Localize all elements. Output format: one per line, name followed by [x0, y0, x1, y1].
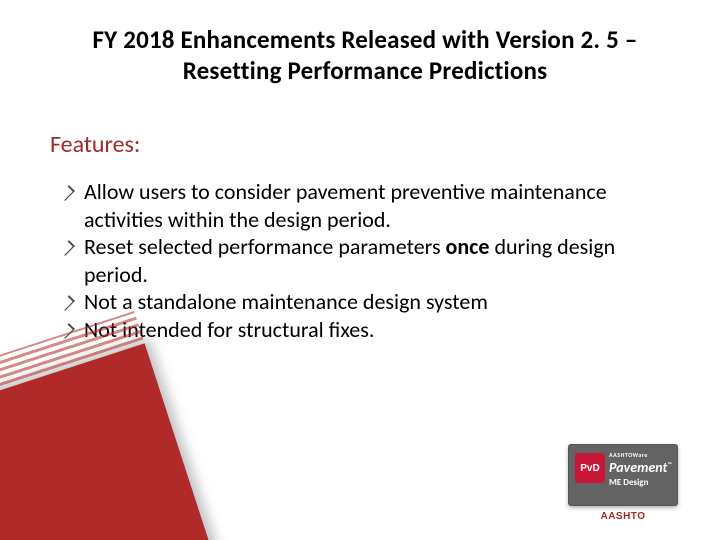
logo-badge: PvD	[575, 453, 605, 483]
logo-card: PvD AASHTOWare Pavement™ ME Design	[568, 444, 678, 506]
list-item: Not intended for structural fixes.	[58, 316, 680, 344]
logo-line3: ME Design	[609, 477, 648, 488]
slide-title: FY 2018 Enhancements Released with Versi…	[50, 24, 680, 87]
list-item: Allow users to consider pavement prevent…	[58, 178, 680, 233]
logo-caption: AASHTO	[568, 511, 678, 522]
decorative-stripes	[0, 343, 219, 540]
list-item: Reset selected performance parameters on…	[58, 233, 680, 288]
list-item: Not a standalone maintenance design syst…	[58, 288, 680, 316]
aashto-logo: PvD AASHTOWare Pavement™ ME Design AASHT…	[568, 444, 678, 522]
feature-list: Allow users to consider pavement prevent…	[58, 178, 680, 343]
logo-line2: Pavement™	[609, 459, 672, 476]
features-heading: Features:	[50, 130, 140, 159]
logo-line1: AASHTOWare	[609, 451, 648, 459]
